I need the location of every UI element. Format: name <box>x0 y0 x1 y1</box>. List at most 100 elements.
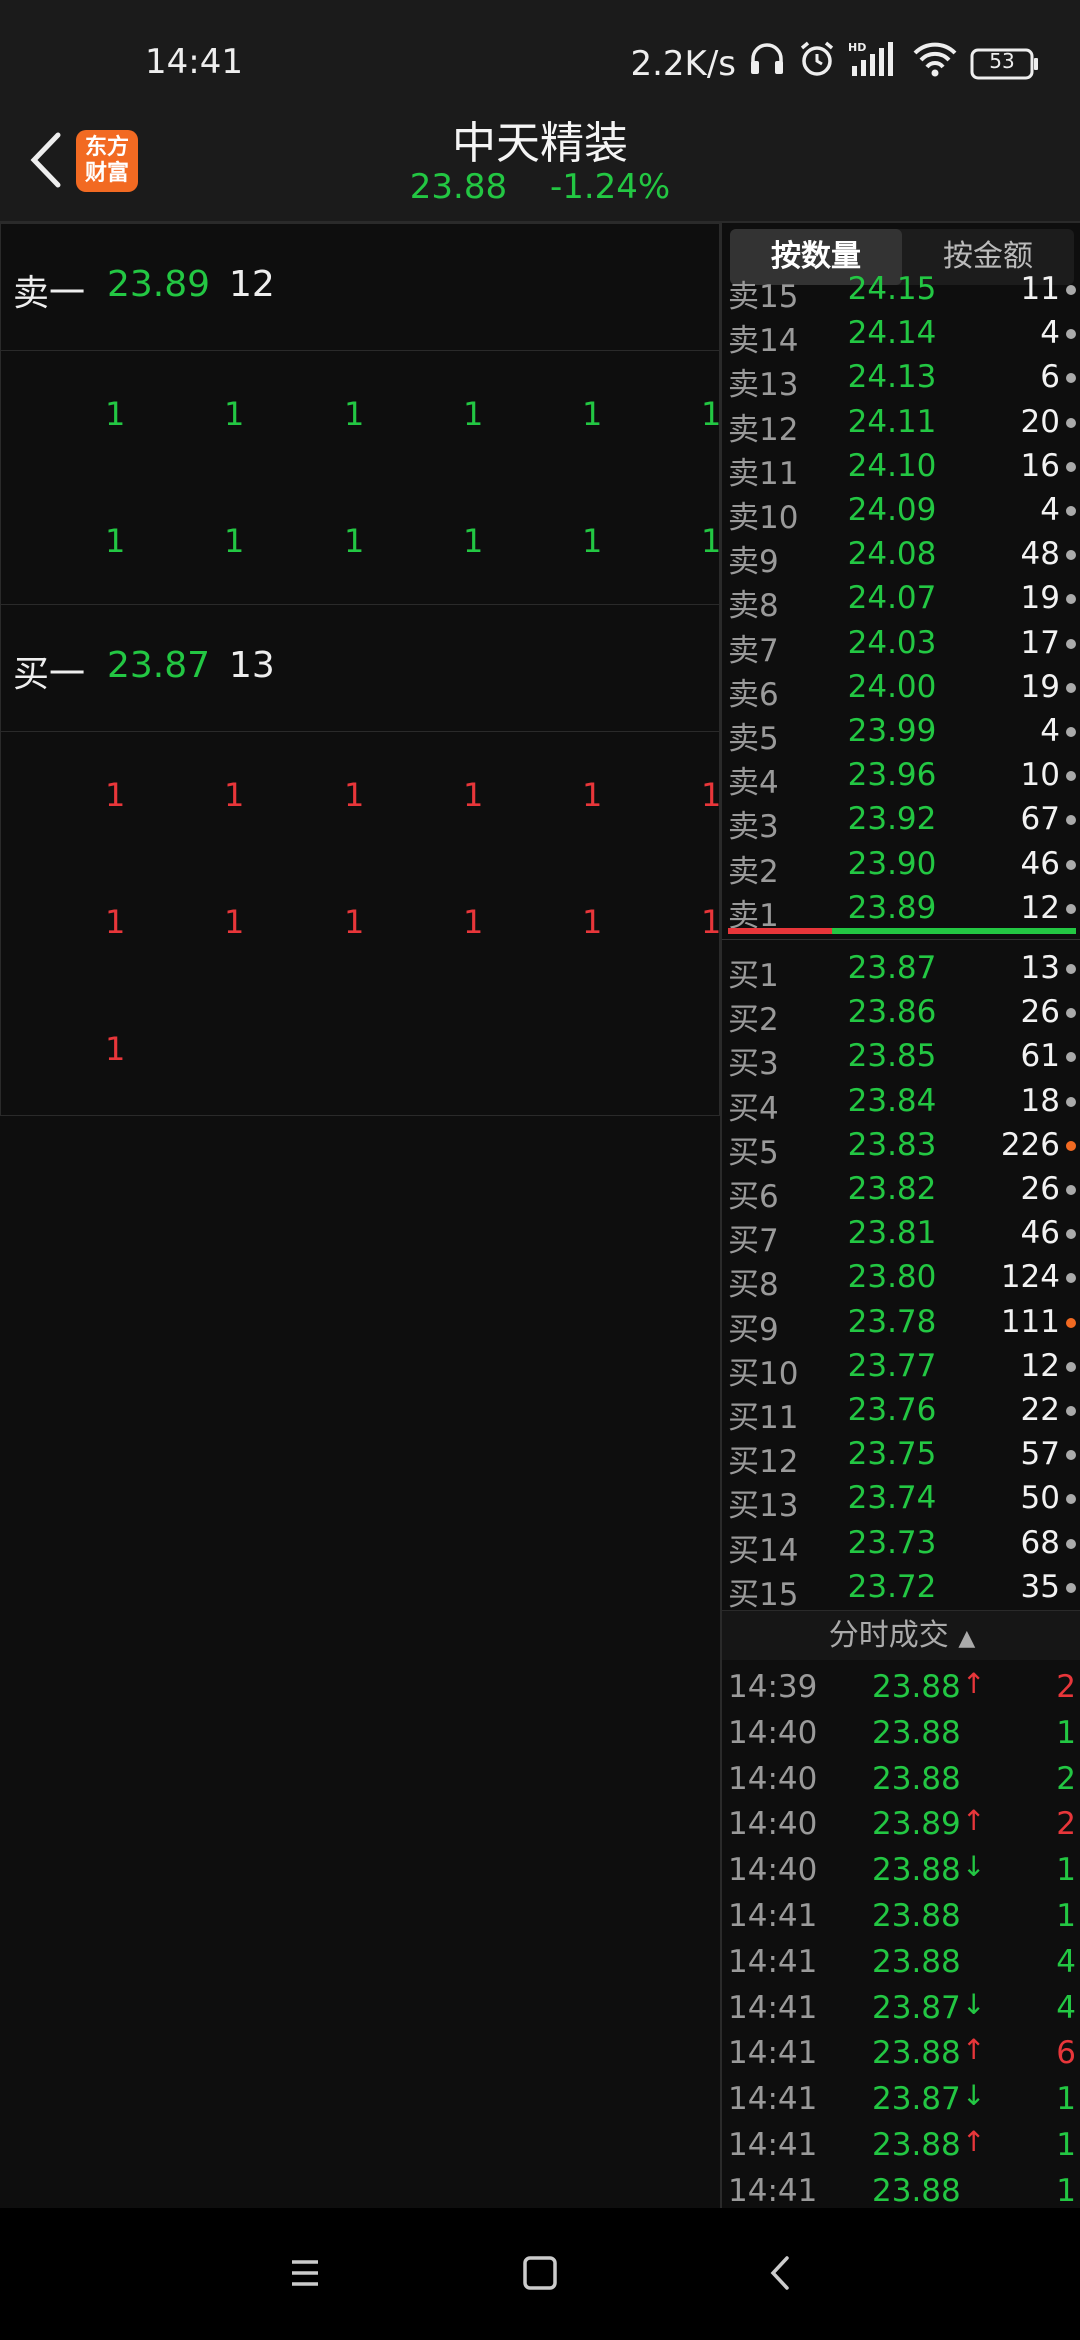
order-book-volume: 22 <box>1020 1392 1060 1428</box>
order-book-row[interactable]: 卖3 23.92 67 <box>722 797 1080 845</box>
indicator-dot-icon <box>1066 1052 1076 1063</box>
order-book-row[interactable]: 卖2 23.90 46 <box>722 842 1080 890</box>
order-book-row[interactable]: 买8 23.80 124 <box>722 1255 1080 1303</box>
order-book-row[interactable]: 买10 23.77 12 <box>722 1344 1080 1392</box>
order-book-price: 23.84 <box>847 1082 937 1119</box>
order-book-level: 卖10 <box>728 500 799 536</box>
queue-order-volume: 1 <box>582 395 603 433</box>
buy-one-price: 23.87 <box>107 645 211 686</box>
trades-header[interactable]: 分时成交 ▲ <box>722 1610 1080 1660</box>
indicator-dot-icon <box>1066 1273 1076 1284</box>
queue-row: 1 1 1 1 1 1 <box>1 478 721 605</box>
order-book-row[interactable]: 卖14 24.14 4 <box>722 311 1080 359</box>
indicator-dot-icon <box>1066 964 1076 974</box>
order-book-volume: 111 <box>1000 1303 1060 1340</box>
battery-icon: 53 <box>970 47 1040 81</box>
order-book-volume: 6 <box>1040 359 1060 396</box>
order-book-volume: 50 <box>1020 1480 1060 1517</box>
order-book-row[interactable]: 卖7 24.03 17 <box>722 621 1080 669</box>
order-book-price: 24.15 <box>847 271 937 307</box>
order-book-row[interactable]: 卖12 24.11 20 <box>722 400 1080 448</box>
indicator-dot-icon <box>1066 1096 1076 1107</box>
order-book-row[interactable]: 卖1 23.89 12 <box>722 886 1080 934</box>
order-book-price: 23.82 <box>847 1171 937 1207</box>
indicator-dot-icon <box>1066 329 1076 340</box>
order-book-volume: 4 <box>1040 492 1060 528</box>
trade-volume: 1 <box>1056 2172 1076 2209</box>
status-time: 14:41 <box>145 42 243 82</box>
order-book-price: 24.08 <box>847 536 937 573</box>
order-book-row[interactable]: 买15 23.72 35 <box>722 1565 1080 1613</box>
indicator-dot-icon <box>1066 859 1076 870</box>
order-book-row[interactable]: 卖9 24.08 48 <box>722 532 1080 580</box>
trade-time: 14:41 <box>728 1943 818 1980</box>
order-book-row[interactable]: 买12 23.75 57 <box>722 1432 1080 1480</box>
trade-price: 23.88 <box>872 1669 961 1705</box>
order-book-volume: 68 <box>1020 1524 1060 1561</box>
order-book-row[interactable]: 卖13 24.13 6 <box>722 355 1080 403</box>
order-book-row[interactable]: 买2 23.86 26 <box>722 990 1080 1038</box>
indicator-dot-icon <box>1066 1229 1076 1240</box>
order-book-price: 24.07 <box>847 580 937 617</box>
back-chevron-icon <box>770 2256 789 2290</box>
trade-price: 23.88 <box>872 1898 961 1934</box>
order-book-row[interactable]: 买7 23.81 46 <box>722 1211 1080 1259</box>
order-book-level: 卖9 <box>728 544 779 581</box>
order-book-row[interactable]: 买14 23.73 68 <box>722 1521 1080 1569</box>
order-book-price: 23.89 <box>847 889 937 926</box>
queue-order-volume: 1 <box>582 776 603 814</box>
trade-time: 14:40 <box>728 1714 818 1751</box>
menu-icon <box>292 2260 318 2286</box>
order-book-volume: 20 <box>1020 403 1060 440</box>
indicator-dot-icon <box>1066 638 1076 649</box>
order-book-row[interactable]: 卖11 24.10 16 <box>722 444 1080 492</box>
order-book-price: 23.90 <box>847 845 937 882</box>
order-book-level: 卖4 <box>728 765 779 802</box>
order-book-volume: 124 <box>1000 1259 1060 1296</box>
trade-time: 14:41 <box>728 1989 818 2026</box>
order-book-row[interactable]: 买11 23.76 22 <box>722 1388 1080 1436</box>
order-book-row[interactable]: 卖15 24.15 11 <box>722 267 1080 315</box>
trade-volume: 4 <box>1056 1989 1076 2026</box>
battery-level: 53 <box>989 48 1015 73</box>
trade-price: 23.88 <box>872 1943 961 1980</box>
order-book-row[interactable]: 买6 23.82 26 <box>722 1167 1080 1215</box>
trade-time: 14:41 <box>728 2127 818 2163</box>
indicator-dot-icon <box>1066 1494 1076 1505</box>
order-book-row[interactable]: 买5 23.83 226 <box>722 1123 1080 1171</box>
order-book-row[interactable]: 卖5 23.99 4 <box>722 709 1080 757</box>
trade-volume: 1 <box>1056 2127 1076 2163</box>
trades-title: 分时成交 <box>828 1618 949 1653</box>
trade-price: 23.88 <box>872 1852 961 1889</box>
order-book-level: 买15 <box>728 1576 799 1613</box>
back-nav-button[interactable] <box>755 2248 805 2298</box>
order-book-row[interactable]: 卖10 24.09 4 <box>722 488 1080 536</box>
arrow-up-icon: ↑ <box>962 1667 986 1700</box>
order-book-price: 24.14 <box>847 315 937 352</box>
order-book-panel: 按数量 按金额 卖15 24.15 11 卖14 24.14 4 卖13 24.13 6 卖12 2… <box>720 223 1080 2209</box>
order-book-row[interactable]: 卖4 23.96 10 <box>722 753 1080 801</box>
order-book-level: 卖15 <box>728 279 799 315</box>
home-square-icon <box>523 2256 557 2290</box>
order-book-row[interactable]: 买3 23.85 61 <box>722 1034 1080 1082</box>
order-book-row[interactable]: 买9 23.78 111 <box>722 1300 1080 1348</box>
caret-up-icon: ▲ <box>958 1626 976 1651</box>
trade-price: 23.88 <box>872 1760 961 1797</box>
order-book-level: 买1 <box>728 958 779 994</box>
order-book-row[interactable]: 卖8 24.07 19 <box>722 576 1080 624</box>
queue-order-volume: 1 <box>105 776 126 814</box>
trade-price: 23.87 <box>872 2081 961 2118</box>
order-book-row[interactable]: 卖6 24.00 19 <box>722 665 1080 713</box>
menu-nav-button[interactable] <box>280 2248 330 2298</box>
order-book-row[interactable]: 买4 23.84 18 <box>722 1079 1080 1127</box>
queue-order-volume: 1 <box>701 395 722 433</box>
indicator-dot-icon <box>1066 417 1076 428</box>
trade-time: 14:41 <box>728 2081 818 2118</box>
order-book-row[interactable]: 买1 23.87 13 <box>722 946 1080 994</box>
stock-header: 东方 财富 中天精装 23.88 -1.24% <box>0 95 1080 223</box>
arrow-down-icon: ↓ <box>962 1850 986 1884</box>
order-book-price: 23.76 <box>847 1392 937 1428</box>
home-nav-button[interactable] <box>515 2248 565 2298</box>
order-book-row[interactable]: 买13 23.74 50 <box>722 1476 1080 1524</box>
indicator-dot-icon <box>1066 1361 1076 1372</box>
